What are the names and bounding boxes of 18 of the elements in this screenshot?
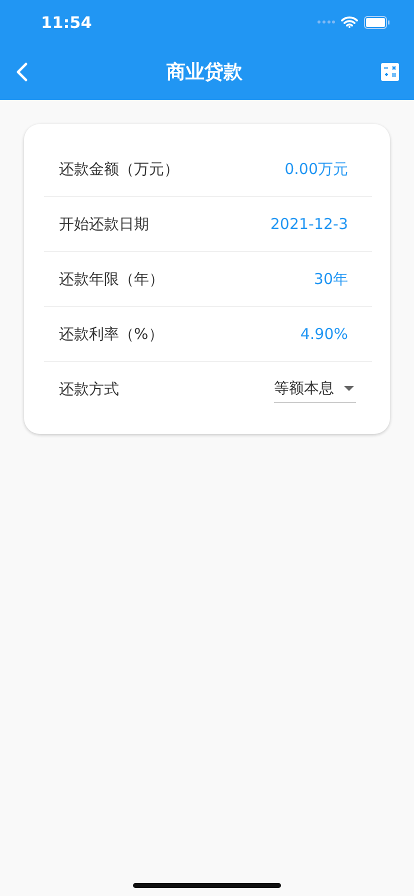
field-label: 还款金额（万元） xyxy=(59,160,179,178)
field-label: 还款年限（年） xyxy=(59,270,164,288)
status-time: 11:54 xyxy=(41,12,92,32)
field-label: 还款利率（%） xyxy=(59,324,164,344)
back-icon[interactable] xyxy=(16,62,28,82)
caret-icon xyxy=(344,386,354,391)
calculator-icon[interactable] xyxy=(381,63,399,81)
signal-icon xyxy=(317,20,335,24)
page-title: 商业贷款 xyxy=(166,60,242,85)
field-label: 开始还款日期 xyxy=(59,214,149,234)
field-value[interactable]: 30年 xyxy=(314,270,348,288)
wifi-icon xyxy=(341,16,358,28)
field-value[interactable]: 2021-12-3 xyxy=(270,215,348,233)
field-value[interactable]: 0.00万元 xyxy=(284,160,348,178)
method-dropdown[interactable]: 等额本息 xyxy=(274,375,356,403)
field-value[interactable]: 4.90% xyxy=(300,325,348,343)
battery-icon xyxy=(364,16,390,28)
field-label: 还款方式 xyxy=(59,380,119,398)
